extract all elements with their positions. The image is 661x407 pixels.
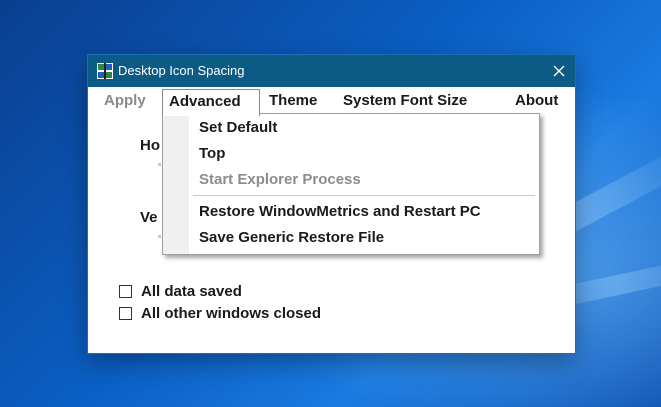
menu-item-top[interactable]: Top	[199, 141, 529, 167]
menu-about[interactable]: About	[509, 89, 564, 113]
app-icon	[97, 63, 113, 79]
checkbox-box[interactable]	[119, 285, 132, 298]
slider-tick	[158, 163, 161, 166]
menu-advanced[interactable]: Advanced	[162, 89, 260, 116]
menu-gutter	[163, 114, 189, 254]
close-icon	[553, 65, 565, 77]
checkbox-label: All other windows closed	[141, 305, 322, 322]
menu-bar: Apply Advanced Theme System Font Size Ab…	[88, 87, 575, 116]
checkbox-box[interactable]	[119, 307, 132, 320]
menu-item-set-default[interactable]: Set Default	[199, 115, 529, 141]
menu-item-restore-windowmetrics[interactable]: Restore WindowMetrics and Restart PC	[199, 199, 529, 225]
menu-apply[interactable]: Apply	[98, 89, 152, 113]
menu-theme[interactable]: Theme	[263, 89, 323, 113]
close-button[interactable]	[543, 55, 575, 87]
vertical-spacing-label: Ve	[140, 209, 158, 226]
title-bar[interactable]: Desktop Icon Spacing	[88, 55, 575, 87]
menu-system-font-size[interactable]: System Font Size	[337, 89, 473, 113]
advanced-dropdown-menu: Set Default Top Start Explorer Process R…	[162, 113, 540, 255]
window-title: Desktop Icon Spacing	[118, 63, 245, 78]
slider-tick	[158, 235, 161, 238]
horizontal-spacing-label: Ho	[140, 137, 160, 154]
menu-item-save-generic-restore-file[interactable]: Save Generic Restore File	[199, 225, 529, 251]
checkbox-all-other-windows-closed[interactable]: All other windows closed	[119, 305, 321, 322]
menu-item-start-explorer-process: Start Explorer Process	[199, 171, 361, 188]
checkbox-all-data-saved[interactable]: All data saved	[119, 283, 242, 300]
checkbox-label: All data saved	[141, 283, 242, 300]
menu-separator	[193, 195, 535, 196]
